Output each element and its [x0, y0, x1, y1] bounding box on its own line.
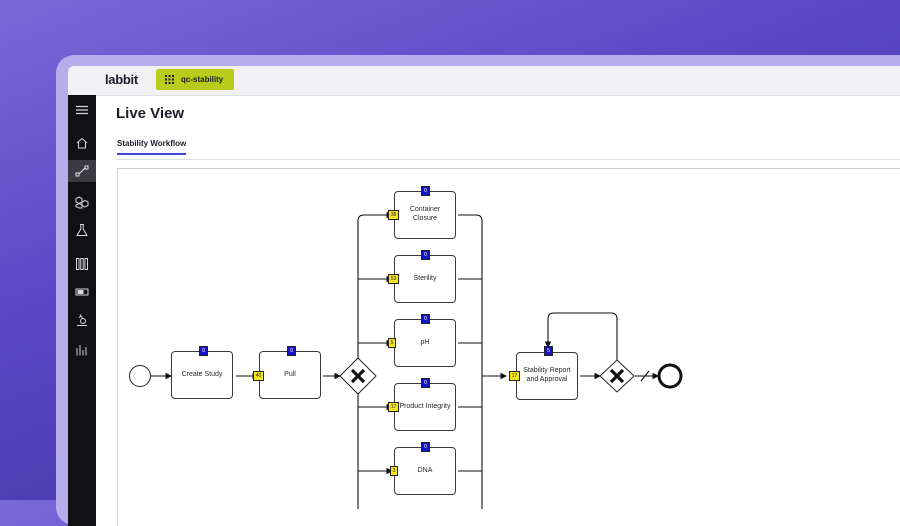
active-count-badge: 0: [421, 378, 430, 388]
task-label: Create Study: [181, 370, 223, 378]
queued-count-badge: 40: [253, 371, 264, 381]
task-dna[interactable]: DNA: [394, 447, 456, 495]
task-sterility[interactable]: Sterility: [394, 255, 456, 303]
tab-stability-workflow[interactable]: Stability Workflow: [117, 139, 187, 155]
sidebar-item-test-tubes[interactable]: [68, 253, 96, 275]
home-icon: [76, 137, 88, 149]
tab-divider: [116, 159, 900, 160]
grid-icon: [165, 75, 174, 84]
workflow-canvas[interactable]: Create Study 0 Pull 0 40 Container Closu…: [117, 168, 900, 526]
workflow-icon: [75, 165, 89, 177]
queued-count-badge: 17: [509, 371, 520, 381]
task-label: Container Closure: [409, 206, 441, 222]
menu-button[interactable]: [68, 99, 96, 121]
microscope-icon: [77, 314, 87, 326]
active-count-badge: 0: [421, 186, 430, 196]
end-event: [657, 363, 683, 389]
instrument-icon: [75, 288, 89, 296]
task-label: Sterility: [413, 274, 437, 282]
menu-icon: [76, 105, 88, 115]
queued-count-badge: 17: [388, 402, 399, 412]
sidebar-item-workflow[interactable]: [68, 160, 96, 182]
task-stability-report-approval[interactable]: Stability Report and Approval: [516, 352, 578, 400]
queued-count-badge: 3: [390, 466, 398, 476]
task-pull[interactable]: Pull: [259, 351, 321, 399]
start-event: [129, 365, 151, 387]
active-count-badge: 0: [287, 346, 296, 356]
sidebar-item-reports[interactable]: [68, 339, 96, 361]
sidebar-item-molecules[interactable]: [68, 191, 96, 213]
bar-chart-icon: [76, 345, 87, 356]
workspace-chip-label: qc-stability: [181, 75, 224, 84]
active-count-badge: 0: [421, 442, 430, 452]
test-tubes-icon: [76, 258, 88, 270]
active-count-badge: 0: [421, 314, 430, 324]
task-label: Stability Report and Approval: [523, 367, 571, 383]
sidebar-item-instrument[interactable]: [68, 281, 96, 303]
sidebar: [68, 95, 96, 526]
task-create-study[interactable]: Create Study: [171, 351, 233, 399]
active-count-badge: 0: [421, 250, 430, 260]
task-product-integrity[interactable]: Product Integrity: [394, 383, 456, 431]
workspace-chip[interactable]: qc-stability: [156, 69, 234, 90]
queued-count-badge: 5: [388, 338, 396, 348]
split-gateway: [339, 357, 377, 395]
task-label: DNA: [417, 466, 433, 474]
molecules-icon: [75, 196, 89, 209]
task-label: Product Integrity: [399, 402, 451, 410]
top-bar: labbit qc-stability: [68, 66, 900, 96]
task-label: pH: [420, 338, 430, 346]
sidebar-item-flask[interactable]: [68, 219, 96, 241]
queued-count-badge: 38: [388, 210, 399, 220]
active-count-badge: 0: [199, 346, 208, 356]
queued-count-badge: 53: [388, 274, 399, 284]
task-label: Pull: [284, 370, 296, 378]
task-ph[interactable]: pH: [394, 319, 456, 367]
flask-icon: [76, 224, 88, 236]
app-logo[interactable]: labbit: [105, 72, 138, 87]
flow-edges: [129, 211, 683, 509]
page-title: Live View: [116, 105, 185, 122]
loop-gateway: [599, 359, 635, 393]
active-count-badge: 5: [544, 346, 553, 356]
app-window: labbit qc-stability Live View Stability …: [68, 66, 900, 526]
task-container-closure[interactable]: Container Closure: [394, 191, 456, 239]
main-content: Live View Stability Workflow Create Stud…: [96, 95, 900, 526]
sidebar-item-microscope[interactable]: [68, 309, 96, 331]
sidebar-item-home[interactable]: [68, 132, 96, 154]
